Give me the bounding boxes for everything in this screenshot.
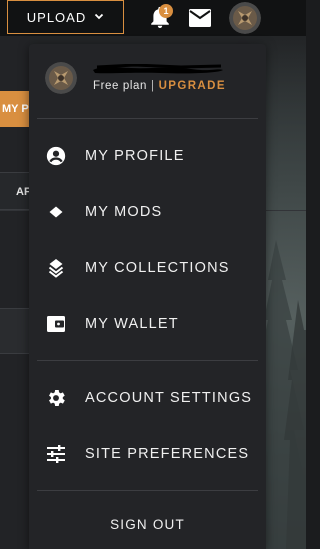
account-dropdown-menu: Free plan | UPGRADE MY PROFILE MY MODS M… <box>29 44 266 549</box>
avatar-logo-icon <box>229 2 261 34</box>
background-tab[interactable]: AF <box>0 172 30 210</box>
username-redacted <box>93 64 223 74</box>
menu-item-label: ACCOUNT SETTINGS <box>85 390 253 406</box>
plan-info: Free plan | UPGRADE <box>93 80 226 92</box>
sliders-icon <box>45 443 67 465</box>
menu-divider <box>37 490 258 491</box>
upgrade-link[interactable]: UPGRADE <box>159 80 226 92</box>
profile-header: Free plan | UPGRADE <box>29 44 266 118</box>
menu-item-label: MY COLLECTIONS <box>85 260 230 276</box>
upload-button[interactable]: UPLOAD <box>7 0 124 34</box>
chevron-down-icon <box>95 13 104 20</box>
background-band <box>0 308 30 354</box>
diamond-icon <box>45 201 67 223</box>
menu-item-my-collections[interactable]: MY COLLECTIONS <box>29 246 266 290</box>
plan-separator: | <box>150 80 155 92</box>
notification-count-badge: 1 <box>159 4 173 18</box>
avatar-logo-icon <box>45 62 77 94</box>
menu-item-my-wallet[interactable]: MY WALLET <box>29 302 266 346</box>
sign-out-button[interactable]: SIGN OUT <box>29 502 266 546</box>
layers-icon <box>45 257 67 279</box>
avatar <box>45 62 77 94</box>
menu-item-label: MY WALLET <box>85 316 179 332</box>
gear-icon <box>45 387 67 409</box>
menu-caret <box>236 37 250 44</box>
menu-item-site-preferences[interactable]: SITE PREFERENCES <box>29 432 266 476</box>
menu-item-label: SITE PREFERENCES <box>85 446 250 462</box>
upload-button-label: UPLOAD <box>26 9 87 25</box>
menu-item-label: MY PROFILE <box>85 148 185 164</box>
menu-item-my-mods[interactable]: MY MODS <box>29 190 266 234</box>
user-avatar-button[interactable] <box>229 2 261 34</box>
page: MY PI AF UPLOAD 1 Free plan | UPGRADE MY… <box>0 0 306 549</box>
mail-icon[interactable] <box>188 8 212 28</box>
wallet-icon <box>45 313 67 335</box>
account-circle-icon <box>45 145 67 167</box>
menu-divider <box>37 360 258 361</box>
menu-item-account-settings[interactable]: ACCOUNT SETTINGS <box>29 376 266 420</box>
top-header: UPLOAD 1 <box>0 0 306 36</box>
menu-item-my-profile[interactable]: MY PROFILE <box>29 134 266 178</box>
background-my-button[interactable]: MY PI <box>0 91 32 127</box>
menu-item-label: MY MODS <box>85 204 163 220</box>
menu-divider <box>37 118 258 119</box>
plan-label: Free plan <box>93 80 147 92</box>
